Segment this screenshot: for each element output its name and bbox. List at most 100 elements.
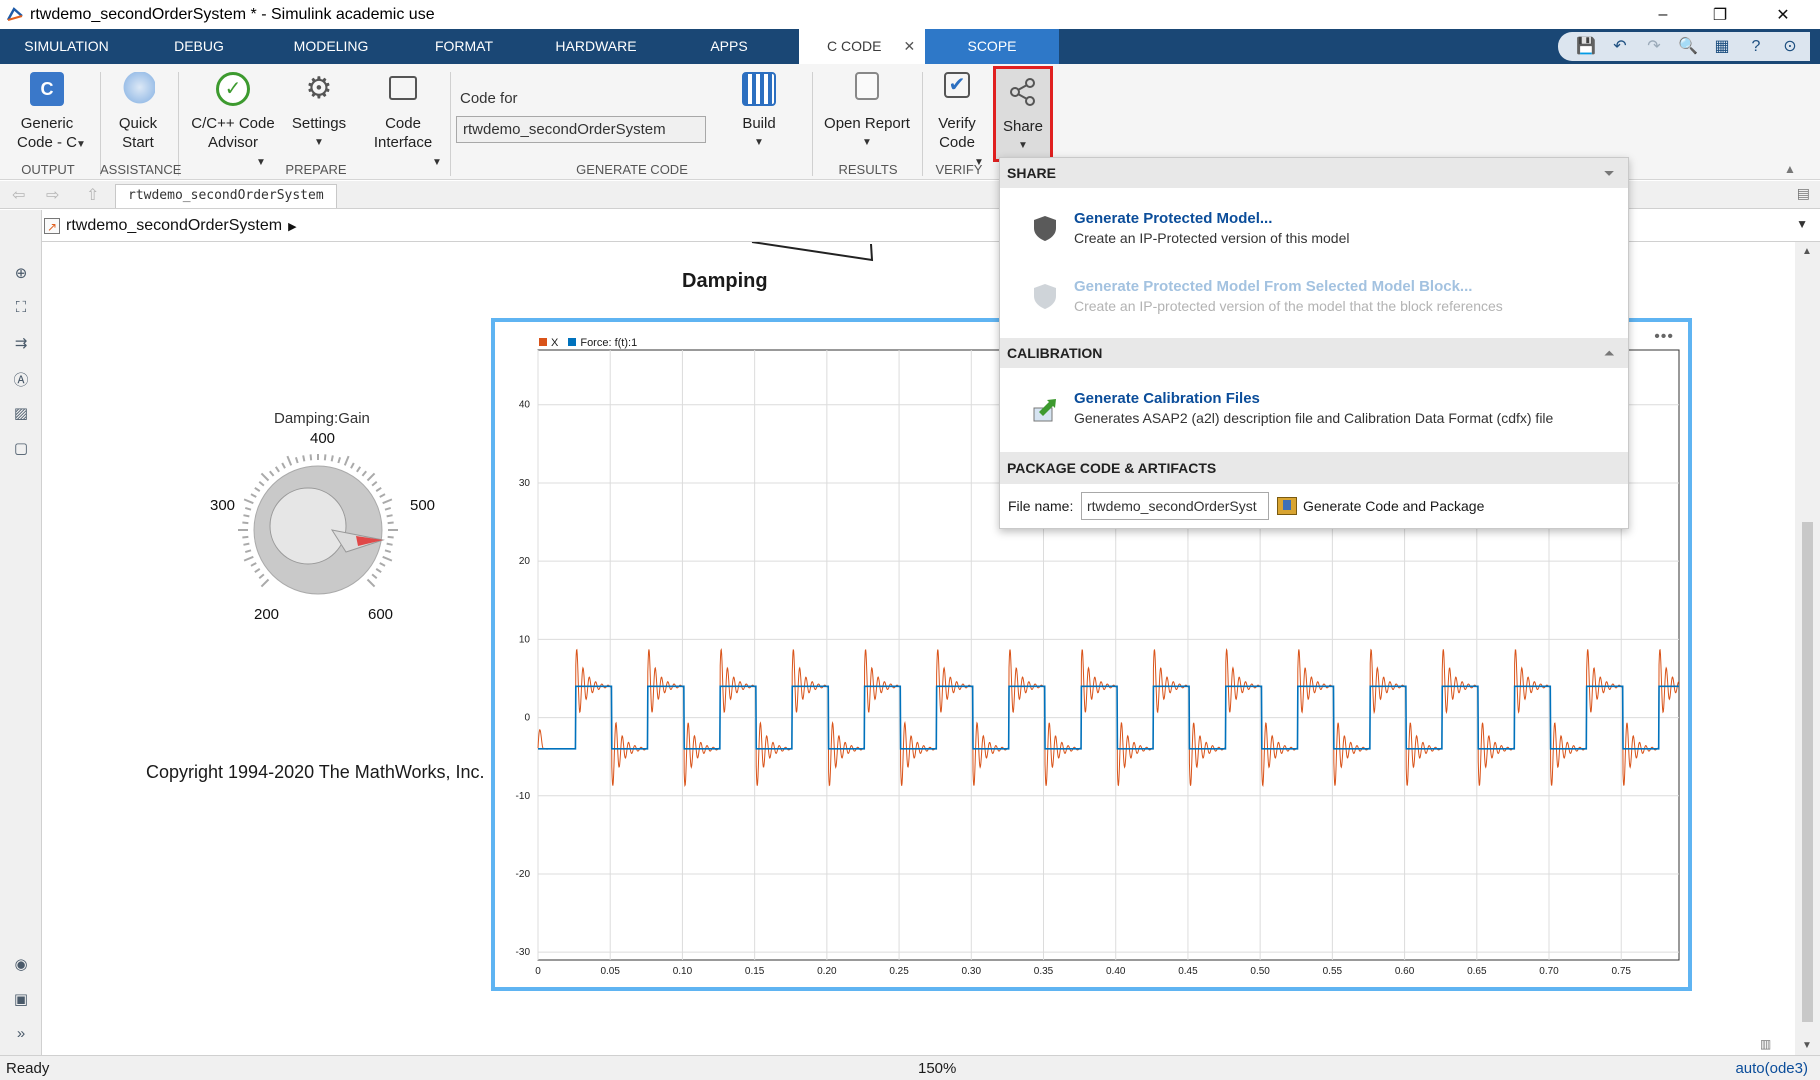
breadcrumb-label: rtwdemo_secondOrderSystem (66, 217, 283, 234)
annotation-icon[interactable]: Ⓐ (10, 369, 32, 389)
collapse-ribbon-icon[interactable]: ⊙ (1780, 37, 1800, 57)
quick-start-button[interactable]: Quick Start (108, 72, 168, 152)
chevron-down-icon[interactable]: ▼ (76, 139, 86, 150)
vertical-scrollbar[interactable]: ▲ ▼ (1795, 242, 1820, 1055)
code-for-label: Code for (460, 90, 518, 107)
collapse-section-icon[interactable]: ⏷ (1604, 158, 1614, 188)
dial-tick-label: 400 (310, 430, 336, 447)
interface-icon (389, 76, 417, 100)
section-verify: VERIFY (935, 162, 983, 177)
search-icon[interactable]: 🔍 (1678, 37, 1698, 57)
open-report-button[interactable]: Open Report ▼ (820, 72, 914, 152)
tab-c-code[interactable]: C CODE ✕ (799, 29, 925, 64)
dial-tick (242, 535, 249, 539)
close-tab-icon[interactable]: ✕ (903, 38, 915, 54)
maximize-button[interactable]: ❐ (1697, 0, 1743, 29)
tab-apps[interactable]: APPS (693, 29, 765, 64)
collapse-section-icon[interactable]: ⏶ (1604, 338, 1614, 368)
camera-icon[interactable]: ◉ (10, 955, 32, 975)
package-section-header: PACKAGE CODE & ARTIFACTS (1000, 452, 1628, 484)
dial-tick (309, 454, 313, 461)
chevron-down-icon: ▼ (862, 137, 872, 148)
expand-palette-icon[interactable]: » (10, 1025, 32, 1045)
y-tick-label: 20 (519, 556, 531, 567)
model-tab[interactable]: rtwdemo_secondOrderSystem (115, 184, 337, 208)
settings-button[interactable]: ⚙ Settings ▼ (290, 72, 348, 152)
share-label: Share (1002, 118, 1044, 135)
model-explorer-icon[interactable]: ▣ (10, 990, 32, 1010)
code-advisor-label: C/C++ Code Advisor (191, 115, 275, 151)
dial-tick (250, 493, 257, 498)
generate-calibration-files-item[interactable]: Generate Calibration Files Generates ASA… (1074, 390, 1553, 426)
dial-tick (350, 462, 355, 469)
y-tick-label: 40 (519, 400, 531, 411)
x-tick-label: 0.25 (889, 966, 909, 977)
dial-tick (258, 481, 265, 487)
breadcrumb[interactable]: ↗ rtwdemo_secondOrderSystem ▶ (44, 214, 297, 238)
file-name-input[interactable]: rtwdemo_secondOrderSyst (1081, 492, 1269, 520)
tab-modeling[interactable]: MODELING (278, 29, 384, 64)
x-tick-label: 0.45 (1178, 966, 1198, 977)
dial-title: Damping:Gain (274, 410, 370, 427)
display-options-icon[interactable]: ▦ (1712, 37, 1732, 57)
checkmark-icon: ✓ (216, 72, 250, 106)
chevron-down-icon[interactable]: ▼ (432, 157, 442, 168)
generate-code-and-package-button[interactable]: Generate Code and Package (1277, 492, 1484, 520)
tab-simulation[interactable]: SIMULATION (0, 29, 133, 64)
resize-grip-icon[interactable]: ▥ (1760, 1037, 1771, 1051)
help-icon[interactable]: ? (1746, 37, 1766, 57)
image-icon[interactable]: ▨ (10, 404, 32, 424)
zoom-icon[interactable]: ⊕ (10, 264, 32, 284)
damping-label: Damping (682, 270, 768, 292)
tab-hardware[interactable]: HARDWARE (548, 29, 644, 64)
back-arrow-icon[interactable]: ⇦ (12, 185, 25, 205)
code-for-field[interactable]: rtwdemo_secondOrderSystem (456, 116, 706, 143)
dial-tick (294, 456, 299, 464)
damping-knob[interactable] (238, 454, 438, 654)
tab-format[interactable]: FORMAT (420, 29, 508, 64)
share-button[interactable]: Share ▼ (993, 66, 1053, 162)
chevron-down-icon[interactable]: ▼ (1796, 217, 1808, 231)
item-title: Generate Protected Model... (1074, 210, 1273, 227)
dial-tick (384, 549, 392, 554)
up-arrow-icon[interactable]: ⇧ (86, 185, 99, 205)
dial-tick (337, 456, 342, 464)
save-icon[interactable]: 💾 (1576, 37, 1596, 57)
dial-tick (343, 455, 350, 466)
code-advisor-button[interactable]: ✓ C/C++ Code Advisor (186, 72, 280, 152)
area-icon[interactable]: ▢ (10, 439, 32, 459)
signal-routing-icon[interactable]: ⇉ (10, 334, 32, 354)
minimize-button[interactable]: – (1640, 0, 1686, 29)
window-title: rtwdemo_secondOrderSystem * - Simulink a… (30, 5, 435, 23)
x-tick-label: 0.50 (1250, 966, 1270, 977)
x-tick-label: 0.60 (1395, 966, 1415, 977)
undo-icon[interactable]: ↶ (1610, 37, 1630, 57)
item-description: Create an IP-Protected version of this m… (1074, 230, 1350, 246)
tab-scope[interactable]: SCOPE (925, 29, 1059, 64)
x-tick-label: 0.15 (745, 966, 765, 977)
collapse-ribbon-icon[interactable]: ▲ (1784, 162, 1796, 176)
model-browser-icon[interactable]: ▤ (1797, 185, 1810, 202)
close-window-button[interactable]: ✕ (1760, 0, 1806, 29)
dial-tick (254, 568, 261, 574)
solver-link[interactable]: auto(ode3) (1735, 1060, 1808, 1077)
generate-protected-model-item[interactable]: Generate Protected Model... Create an IP… (1074, 210, 1349, 246)
dial-tick (366, 578, 376, 588)
code-interface-button[interactable]: Code Interface (364, 72, 442, 152)
copyright-text: Copyright 1994-2020 The MathWorks, Inc. (146, 762, 485, 782)
verify-code-button[interactable]: ✔ Verify Code (928, 72, 986, 152)
chevron-down-icon[interactable]: ▼ (256, 157, 266, 168)
tab-debug[interactable]: DEBUG (150, 29, 248, 64)
dial-tick (243, 555, 254, 562)
fit-to-view-icon[interactable]: ⛶ (10, 299, 32, 319)
x-tick-label: 0.65 (1467, 966, 1487, 977)
build-button[interactable]: Build ▼ (728, 72, 790, 152)
forward-arrow-icon[interactable]: ⇨ (46, 185, 59, 205)
ribbon-tab-strip: SIMULATION DEBUG MODELING FORMAT HARDWAR… (0, 29, 1820, 64)
share-header-label: SHARE (1007, 165, 1057, 181)
tab-c-code-label: C CODE (827, 38, 882, 54)
redo-icon[interactable]: ↷ (1644, 37, 1664, 57)
dial-tick (274, 466, 280, 473)
generic-code-button[interactable]: C Generic Code - C (14, 72, 80, 152)
shield-icon (1034, 216, 1056, 241)
